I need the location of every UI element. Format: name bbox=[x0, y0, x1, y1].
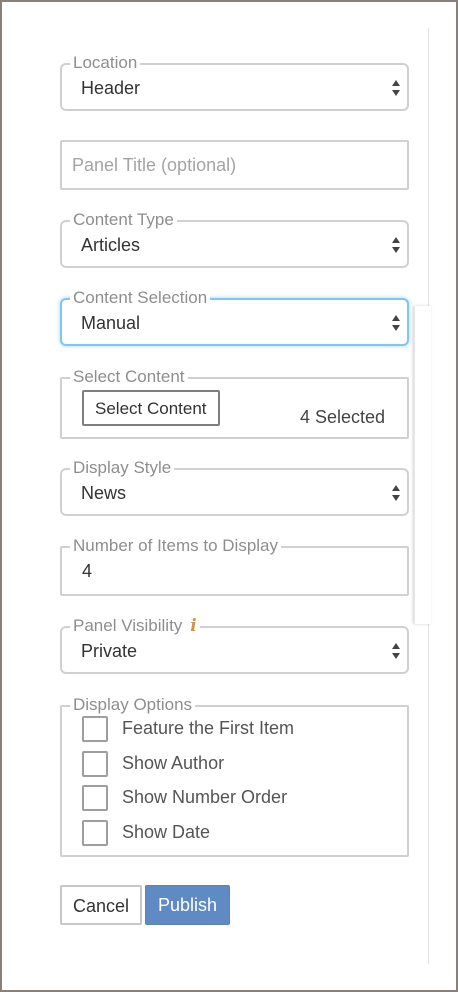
checkbox[interactable] bbox=[82, 820, 108, 846]
panel-visibility-label: Panel Visibility bbox=[73, 616, 183, 635]
selected-count: 4 Selected bbox=[299, 407, 385, 427]
select-arrows-icon bbox=[391, 313, 401, 333]
publish-button[interactable]: Publish bbox=[145, 885, 231, 925]
select-content-legend: Select Content bbox=[70, 367, 188, 387]
content-type-select[interactable]: Content Type Articles bbox=[60, 210, 409, 268]
location-select[interactable]: Location Header bbox=[60, 53, 409, 111]
items-to-display-input[interactable]: Number of Items to Display 4 bbox=[60, 536, 409, 596]
panel-visibility-value: Private bbox=[81, 641, 138, 661]
checkbox[interactable] bbox=[82, 751, 108, 777]
select-arrows-icon bbox=[391, 641, 401, 661]
content-selection-value: Manual bbox=[81, 313, 141, 333]
option-label: Feature the First Item bbox=[122, 718, 295, 738]
location-legend: Location bbox=[70, 53, 141, 73]
content-type-value: Articles bbox=[81, 235, 141, 255]
info-icon[interactable]: i bbox=[190, 616, 196, 636]
content-selection-legend: Content Selection bbox=[70, 288, 211, 308]
panel-title-input[interactable]: Panel Title (optional) bbox=[60, 140, 409, 190]
panel-title-placeholder: Panel Title (optional) bbox=[72, 155, 237, 175]
display-options-group: Display Options Feature the First Item S… bbox=[60, 695, 409, 857]
select-arrows-icon bbox=[391, 483, 401, 503]
option-label: Show Author bbox=[122, 753, 225, 773]
option-label: Show Date bbox=[122, 822, 211, 842]
select-content-button[interactable]: Select Content bbox=[82, 390, 220, 426]
select-content-group: Select Content Select Content 4 Selected bbox=[60, 367, 409, 439]
display-options-legend: Display Options bbox=[70, 695, 196, 715]
panel-visibility-legend: Panel Visibility i bbox=[70, 616, 200, 636]
items-to-display-legend: Number of Items to Display bbox=[70, 536, 282, 556]
display-style-select[interactable]: Display Style News bbox=[60, 458, 409, 516]
content-selection-select[interactable]: Content Selection Manual bbox=[60, 288, 409, 346]
side-panel-edge bbox=[414, 306, 431, 624]
items-to-display-value: 4 bbox=[82, 561, 93, 581]
checkbox[interactable] bbox=[82, 785, 108, 811]
content-type-legend: Content Type bbox=[70, 210, 177, 230]
location-value: Header bbox=[81, 78, 141, 98]
option-label: Show Number Order bbox=[122, 787, 288, 807]
select-arrows-icon bbox=[391, 235, 401, 255]
display-style-value: News bbox=[81, 483, 127, 503]
panel-visibility-select[interactable]: Panel Visibility i Private bbox=[60, 616, 409, 674]
cancel-button[interactable]: Cancel bbox=[60, 885, 143, 925]
checkbox[interactable] bbox=[82, 716, 108, 742]
display-style-legend: Display Style bbox=[70, 458, 175, 478]
select-arrows-icon bbox=[391, 78, 401, 98]
